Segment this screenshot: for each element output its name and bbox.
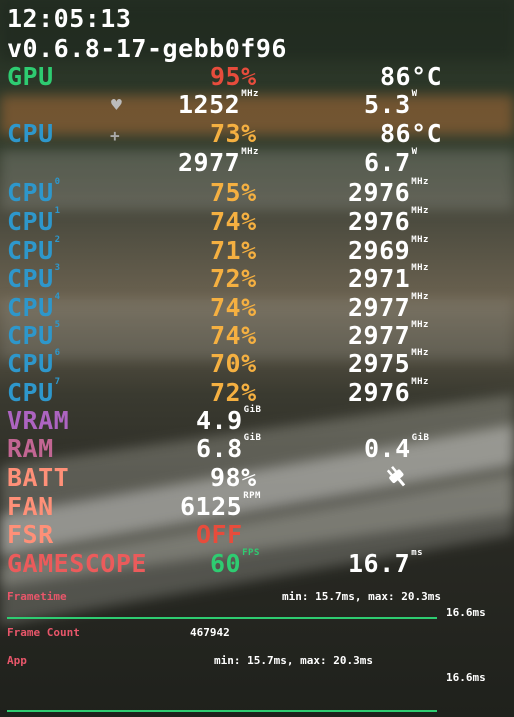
fan-value: 6125RPM xyxy=(180,491,261,521)
core-label: CPU6 xyxy=(7,348,61,378)
core-label: CPU3 xyxy=(7,263,61,293)
app-minmax: min: 15.7ms, max: 20.3ms xyxy=(214,654,373,667)
fan-label: FAN xyxy=(7,492,54,521)
frame-count-label: Frame Count xyxy=(7,626,80,639)
core-clock: 2976MHz xyxy=(348,177,429,207)
heart-icon: ♥ xyxy=(111,95,122,116)
core-label: CPU4 xyxy=(7,292,61,322)
core-clock: 2977MHz xyxy=(348,292,429,322)
core-label: CPU2 xyxy=(7,235,61,265)
fsr-value: OFF xyxy=(196,520,243,549)
core-clock: 2976MHz xyxy=(348,377,429,407)
app-graph xyxy=(7,710,437,712)
cpu-temp: 86°C xyxy=(380,119,443,148)
core-clock: 2976MHz xyxy=(348,206,429,236)
power-plug-icon xyxy=(382,462,412,496)
gpu-label: GPU xyxy=(7,62,54,91)
core-load: 75% xyxy=(210,178,257,207)
gpu-load: 95% xyxy=(210,62,257,91)
gpu-clock: 1252MHz xyxy=(178,89,259,119)
performance-overlay: 12:05:13 v0.6.8-17-gebb0f96 GPU 95% 86°C… xyxy=(0,0,514,717)
vram-value: 4.9GiB xyxy=(196,405,262,435)
plus-icon: + xyxy=(110,126,120,145)
clock-time: 12:05:13 xyxy=(7,4,132,33)
core-load: 72% xyxy=(210,264,257,293)
core-label: CPU5 xyxy=(7,320,61,350)
core-clock: 2975MHz xyxy=(348,348,429,378)
version-label: v0.6.8-17-gebb0f96 xyxy=(7,34,287,63)
cpu-label: CPU xyxy=(7,119,54,148)
gpu-power: 5.3W xyxy=(364,89,418,119)
gpu-temp: 86°C xyxy=(380,62,443,91)
fps-value: 60FPS xyxy=(210,548,260,578)
frametime-current: 16.6ms xyxy=(446,606,486,619)
frametime-label: Frametime xyxy=(7,590,67,603)
core-clock: 2971MHz xyxy=(348,263,429,293)
core-load: 71% xyxy=(210,236,257,265)
engine-label: GAMESCOPE xyxy=(7,549,147,578)
core-clock: 2969MHz xyxy=(348,235,429,265)
batt-label: BATT xyxy=(7,463,70,492)
core-load: 70% xyxy=(210,349,257,378)
app-current: 16.6ms xyxy=(446,671,486,684)
core-label: CPU7 xyxy=(7,377,61,407)
frametime-graph xyxy=(7,617,437,619)
frametime-minmax: min: 15.7ms, max: 20.3ms xyxy=(282,590,441,603)
ram-label: RAM xyxy=(7,434,54,463)
core-load: 72% xyxy=(210,378,257,407)
core-clock: 2977MHz xyxy=(348,320,429,350)
core-load: 74% xyxy=(210,207,257,236)
frametime-value: 16.7ms xyxy=(348,548,424,578)
core-label: CPU1 xyxy=(7,206,61,236)
core-load: 74% xyxy=(210,293,257,322)
cpu-clock: 2977MHz xyxy=(178,147,259,177)
fsr-label: FSR xyxy=(7,520,54,549)
swap-value: 0.4GiB xyxy=(364,433,430,463)
cpu-power: 6.7W xyxy=(364,147,418,177)
core-load: 74% xyxy=(210,321,257,350)
vram-label: VRAM xyxy=(7,406,70,435)
app-label: App xyxy=(7,654,27,667)
core-label: CPU0 xyxy=(7,177,61,207)
batt-value: 98% xyxy=(210,463,257,492)
cpu-load: 73% xyxy=(210,119,257,148)
frame-count-value: 467942 xyxy=(190,626,230,639)
ram-value: 6.8GiB xyxy=(196,433,262,463)
